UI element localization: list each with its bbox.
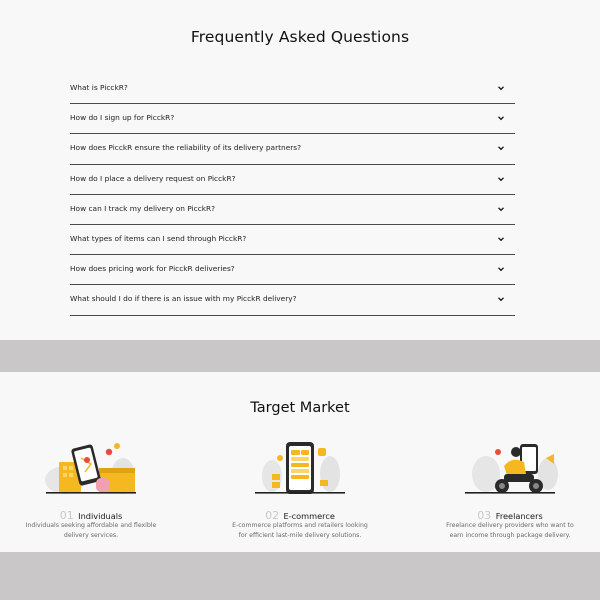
chevron-down-icon[interactable] xyxy=(497,265,505,273)
faq-question: How does PicckR ensure the reliability o… xyxy=(70,143,302,153)
ecommerce-illustration-icon xyxy=(255,442,345,494)
faq-item[interactable]: What is PicckR? xyxy=(70,74,515,105)
card-description-line: E-commerce platforms and retailers looki… xyxy=(232,522,368,529)
card-description: Freelance delivery providers who want to… xyxy=(408,521,600,541)
card-description-line: delivery services. xyxy=(63,532,119,539)
faq-item[interactable]: How do I place a delivery request on Pic… xyxy=(70,165,515,195)
card-name: E-commerce xyxy=(283,511,335,521)
faq-item[interactable]: How can I track my delivery on PicckR? xyxy=(70,195,515,225)
faq-item[interactable]: What types of items can I send through P… xyxy=(70,225,515,256)
target-market-section: Target Market 01 Individuals Individuals… xyxy=(0,372,600,552)
faq-item[interactable]: How does pricing work for PicckR deliver… xyxy=(70,255,515,286)
chevron-down-icon[interactable] xyxy=(497,144,505,152)
faq-question: How can I track my delivery on PicckR? xyxy=(70,203,216,213)
card-name: Freelancers xyxy=(495,511,543,521)
faq-question: How does pricing work for PicckR deliver… xyxy=(70,264,235,274)
card-description-line: for efficient last-mile delivery solutio… xyxy=(238,532,362,539)
faq-question: What should I do if there is an issue wi… xyxy=(70,294,297,304)
chevron-down-icon[interactable] xyxy=(497,235,505,243)
faq-question: How do I sign up for PicckR? xyxy=(70,113,175,123)
faq-list: What is PicckR? How do I sign up for Pic… xyxy=(70,74,515,316)
faq-title: Frequently Asked Questions xyxy=(190,28,410,46)
chevron-down-icon[interactable] xyxy=(497,295,505,303)
chevron-down-icon[interactable] xyxy=(497,84,505,92)
card-description-line: Freelance delivery providers who want to xyxy=(446,522,574,529)
faq-question: How do I place a delivery request on Pic… xyxy=(70,173,236,183)
chevron-down-icon[interactable] xyxy=(497,175,505,183)
card-description: Individuals seeking affordable and flexi… xyxy=(0,521,193,541)
section-divider-band xyxy=(0,340,600,372)
card-name: Individuals xyxy=(78,511,123,521)
faq-item[interactable]: What should I do if there is an issue wi… xyxy=(70,285,515,316)
chevron-down-icon[interactable] xyxy=(497,205,505,213)
card-description: E-commerce platforms and retailers looki… xyxy=(198,521,402,541)
bottom-band xyxy=(0,552,600,600)
card-description-line: earn income through package delivery. xyxy=(449,532,571,539)
freelancers-illustration-icon xyxy=(465,444,558,494)
chevron-down-icon[interactable] xyxy=(497,114,505,122)
faq-item[interactable]: How do I sign up for PicckR? xyxy=(70,104,515,135)
individuals-illustration-icon xyxy=(45,443,136,494)
card-description-line: Individuals seeking affordable and flexi… xyxy=(25,522,157,529)
faq-question: What is PicckR? xyxy=(70,83,128,92)
faq-question: What types of items can I send through P… xyxy=(70,233,247,243)
target-market-title: Target Market xyxy=(250,400,350,416)
faq-section: Frequently Asked Questions What is Picck… xyxy=(0,0,600,340)
faq-item[interactable]: How does PicckR ensure the reliability o… xyxy=(70,134,515,165)
